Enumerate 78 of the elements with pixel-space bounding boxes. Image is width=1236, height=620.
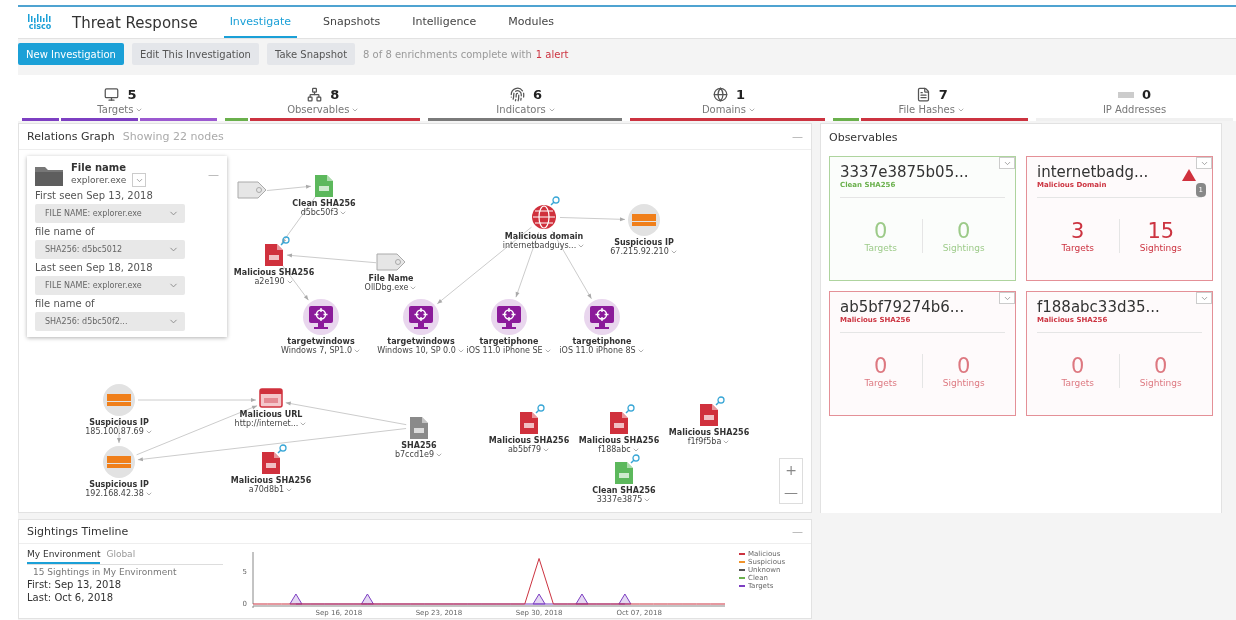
last-seen: Last: Oct 6, 2018 bbox=[27, 592, 115, 603]
node-type: Suspicious IP bbox=[89, 480, 149, 489]
sightings-label: Sightings bbox=[1139, 243, 1182, 253]
targets-count: 0 bbox=[874, 354, 888, 378]
node-type: Malicious SHA256 bbox=[230, 476, 312, 485]
logo-text: cisco bbox=[28, 22, 52, 31]
node-value: ab5bf79 bbox=[507, 445, 542, 454]
node-type: targetiphone bbox=[572, 337, 632, 346]
popup-heading: Last seen Sep 18, 2018 bbox=[35, 262, 154, 273]
popup-title: File name bbox=[71, 162, 128, 173]
node-type: File Name bbox=[368, 274, 414, 283]
node-value: iOS 11.0 iPhone SE bbox=[466, 346, 543, 355]
targets-count: 0 bbox=[874, 219, 888, 243]
node-type: Clean SHA256 bbox=[292, 199, 356, 208]
node-value: f1f9f5ba bbox=[687, 437, 722, 446]
stat-count: 0 bbox=[1142, 87, 1152, 102]
node-value: Windows 10, SP 0.0 bbox=[377, 346, 456, 355]
node-value: f188abc bbox=[598, 445, 631, 454]
observable-value: internetbadg... bbox=[1037, 163, 1149, 181]
node-type: Malicious SHA256 bbox=[668, 428, 750, 437]
popup-heading: file name of bbox=[35, 226, 96, 237]
sightings-label: Sightings bbox=[1139, 378, 1182, 388]
node-type: SHA256 bbox=[401, 441, 437, 450]
panel-title: Sightings Timeline bbox=[27, 525, 129, 538]
observable-value: f188abc33d35... bbox=[1037, 298, 1160, 316]
node-type: Malicious SHA256 bbox=[488, 436, 570, 445]
node-count: Showing 22 nodes bbox=[122, 130, 224, 143]
sightings-label: Sightings bbox=[942, 378, 985, 388]
sightings-count: 0 bbox=[957, 354, 971, 378]
node-value: 192.168.42.38 bbox=[85, 489, 144, 498]
stat-count: 7 bbox=[938, 87, 948, 102]
node-value: OllDbg.exe bbox=[364, 283, 409, 292]
node-type: Malicious SHA256 bbox=[578, 436, 660, 445]
stat-count: 6 bbox=[533, 87, 543, 102]
panel-title: Observables bbox=[829, 130, 898, 144]
popup-heading: First seen Sep 13, 2018 bbox=[35, 190, 154, 201]
targets-label: Targets bbox=[864, 378, 897, 388]
node-type: Suspicious IP bbox=[89, 418, 149, 427]
popup-heading: file name of bbox=[35, 298, 96, 309]
targets-label: Targets bbox=[1061, 243, 1094, 253]
node-value: b7ccd1e9 bbox=[394, 450, 435, 459]
node-type: Suspicious IP bbox=[614, 238, 674, 247]
node-value: a2e190 bbox=[254, 277, 285, 286]
targets-count: 0 bbox=[1071, 354, 1085, 378]
node-type: Clean SHA256 bbox=[592, 486, 656, 495]
sightings-count: 15 bbox=[1147, 219, 1175, 243]
app-title: Threat Response bbox=[72, 12, 198, 34]
panel-title: Relations Graph bbox=[27, 130, 115, 143]
node-value: 3337e3875 bbox=[596, 495, 643, 504]
node-value: 67.215.92.210 bbox=[610, 247, 669, 256]
node-type: Malicious URL bbox=[239, 410, 303, 419]
observable-value: 3337e3875b05... bbox=[840, 163, 969, 181]
node-type: targetwindows bbox=[287, 337, 355, 346]
node-value: a70d8b1 bbox=[248, 485, 285, 494]
node-value: 185.100.87.69 bbox=[85, 427, 144, 436]
targets-label: Targets bbox=[864, 243, 897, 253]
status-text: 8 of 8 enrichments complete with bbox=[363, 48, 532, 60]
node-type: Malicious domain bbox=[504, 232, 584, 241]
first-seen: First: Sep 13, 2018 bbox=[27, 579, 123, 590]
node-value: http://internet... bbox=[234, 419, 299, 428]
node-value: Windows 7, SP1.0 bbox=[280, 346, 353, 355]
observable-value: ab5bf79274b6... bbox=[840, 298, 965, 316]
stat-count: 1 bbox=[735, 87, 745, 102]
node-value: iOS 11.0 iPhone 8S bbox=[559, 346, 636, 355]
node-type: Malicious SHA256 bbox=[233, 268, 315, 277]
sightings-summary: 15 Sightings in My Environment bbox=[32, 567, 178, 577]
popup-value: explorer.exe bbox=[71, 175, 127, 185]
sightings-count: 0 bbox=[1154, 354, 1168, 378]
node-value: d5bc50f3 bbox=[300, 208, 339, 217]
stat-count: 8 bbox=[330, 87, 340, 102]
node-type: targetwindows bbox=[387, 337, 455, 346]
node-type: targetiphone bbox=[479, 337, 539, 346]
node-value: internetbadguys... bbox=[502, 241, 577, 250]
stat-count: 5 bbox=[127, 87, 137, 102]
sightings-label: Sightings bbox=[942, 243, 985, 253]
targets-label: Targets bbox=[1061, 378, 1094, 388]
targets-count: 3 bbox=[1071, 219, 1085, 243]
sightings-count: 0 bbox=[957, 219, 971, 243]
